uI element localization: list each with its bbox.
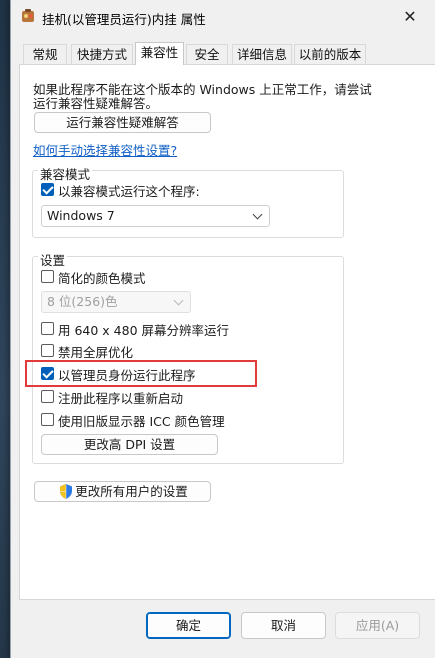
reduced-color-label: 简化的颜色模式 [58, 271, 146, 286]
settings-group-label: 设置 [38, 250, 68, 269]
run-as-admin-label: 以管理员身份运行此程序 [58, 368, 196, 383]
compatibility-panel: 如果此程序不能在这个版本的 Windows 上正常工作，请尝试 运行兼容性疑难解… [19, 64, 435, 600]
change-all-users-label: 更改所有用户的设置 [75, 484, 188, 499]
cancel-button[interactable]: 取消 [241, 612, 326, 639]
tab-shortcut[interactable]: 快捷方式 [71, 44, 133, 64]
tab-details[interactable]: 详细信息 [232, 44, 292, 64]
ok-button[interactable]: 确定 [146, 612, 231, 639]
apply-button: 应用(A) [335, 612, 420, 639]
title-bar: 挂机(以管理员运行)内挂 属性 ✕ [11, 0, 435, 34]
chevron-down-icon [252, 209, 263, 220]
tab-previous-versions[interactable]: 以前的版本 [294, 44, 366, 64]
properties-dialog: 挂机(以管理员运行)内挂 属性 ✕ 常规 快捷方式 兼容性 安全 详细信息 以前… [10, 0, 435, 658]
legacy-icc-label: 使用旧版显示器 ICC 颜色管理 [58, 414, 225, 429]
reduced-color-checkbox[interactable] [41, 270, 54, 283]
manual-compat-link[interactable]: 如何手动选择兼容性设置? [33, 140, 177, 159]
color-depth-value: 8 位(256)色 [47, 294, 118, 309]
res-640-checkbox[interactable] [41, 322, 54, 335]
tab-compatibility[interactable]: 兼容性 [135, 42, 184, 65]
intro-line-2: 运行兼容性疑难解答。 [33, 96, 159, 111]
legacy-icc-checkbox[interactable] [41, 413, 54, 426]
register-restart-checkbox[interactable] [41, 390, 54, 403]
window-title: 挂机(以管理员运行)内挂 属性 [42, 12, 206, 27]
tab-security[interactable]: 安全 [186, 44, 228, 64]
close-icon: ✕ [403, 6, 417, 26]
uac-shield-icon [60, 484, 72, 499]
os-version-select[interactable]: Windows 7 [41, 205, 270, 227]
tab-strip: 常规 快捷方式 兼容性 安全 详细信息 以前的版本 [19, 42, 435, 65]
os-version-value: Windows 7 [47, 208, 115, 223]
change-dpi-button[interactable]: 更改高 DPI 设置 [41, 434, 218, 455]
dialog-footer: 确定 取消 应用(A) [11, 600, 435, 658]
compat-mode-checkbox-label: 以兼容模式运行这个程序: [58, 184, 200, 199]
tab-general[interactable]: 常规 [23, 44, 67, 64]
run-troubleshooter-button[interactable]: 运行兼容性疑难解答 [34, 112, 211, 133]
disable-fullscreen-checkbox[interactable] [41, 344, 54, 357]
change-all-users-button[interactable]: 更改所有用户的设置 [34, 481, 211, 502]
compat-mode-checkbox[interactable] [41, 183, 54, 196]
close-button[interactable]: ✕ [392, 0, 428, 32]
register-restart-label: 注册此程序以重新启动 [58, 391, 184, 406]
app-icon [22, 9, 34, 22]
run-as-admin-checkbox[interactable] [41, 367, 54, 380]
color-depth-select: 8 位(256)色 [41, 291, 191, 313]
res-640-label: 用 640 x 480 屏幕分辨率运行 [58, 323, 230, 338]
chevron-down-icon [173, 295, 184, 306]
disable-fullscreen-label: 禁用全屏优化 [58, 345, 134, 360]
